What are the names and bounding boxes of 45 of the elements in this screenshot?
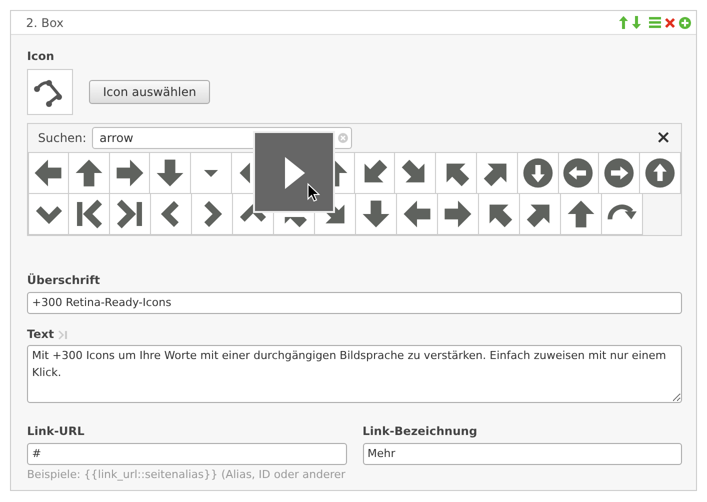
icon-option[interactable] [476, 153, 518, 194]
arrow-icon [565, 198, 597, 230]
select-icon-button[interactable]: Icon auswählen [89, 80, 210, 104]
help-text: Beispiele: {{link_url::seitenalias}} (Alias, ID oder anderer [27, 467, 346, 483]
icon-option[interactable] [28, 194, 69, 236]
caret-down-icon [204, 170, 218, 177]
icon-option[interactable] [602, 194, 643, 236]
toggle-icon[interactable] [58, 330, 68, 340]
icon-option[interactable] [561, 194, 602, 236]
panel-title: 2. Box [26, 14, 64, 32]
icon-option[interactable] [192, 194, 233, 236]
search-label: Suchen: [38, 130, 86, 148]
input-field[interactable]: Mehr [362, 442, 682, 465]
icon-option[interactable] [395, 153, 436, 194]
field-label: Überschrift [27, 272, 100, 290]
icon-option[interactable] [150, 153, 192, 194]
icon-option[interactable] [110, 194, 151, 236]
section-label: Icon [27, 48, 54, 65]
text-area[interactable]: Mit +300 Icons um Ihre Worte mit einer durchgängigen Bildsprache zu verstärken. Einfach zuweisen mit nur einem Klick. [27, 345, 682, 404]
icon-option[interactable] [68, 153, 110, 194]
icon-option[interactable] [518, 153, 559, 194]
icon-option[interactable] [191, 153, 232, 194]
icon-option[interactable] [520, 194, 561, 236]
delete-icon[interactable] [665, 18, 675, 28]
icon-option[interactable] [69, 194, 110, 236]
icon-option[interactable] [354, 153, 396, 194]
input-field[interactable]: # [27, 442, 346, 465]
icon-option[interactable] [640, 153, 681, 194]
icon-option[interactable] [558, 153, 600, 194]
icon-option[interactable] [28, 153, 69, 194]
close-button[interactable]: × [652, 129, 675, 148]
icon-option[interactable] [356, 194, 397, 236]
cursor-icon [307, 183, 320, 202]
icon-option[interactable] [397, 194, 438, 236]
icon-option[interactable] [151, 194, 192, 236]
field-label: Link-URL [27, 423, 84, 440]
field-label: Link-Bezeichnung [362, 423, 478, 440]
play-icon [285, 157, 307, 189]
icon-option[interactable] [110, 153, 150, 194]
icon-option[interactable] [436, 153, 477, 194]
icon-option[interactable] [479, 194, 520, 236]
icon-option[interactable] [599, 153, 640, 194]
field-label: Text [27, 326, 54, 343]
input-field[interactable]: +300 Retina-Ready-Icons [27, 292, 682, 314]
icon-option[interactable] [438, 194, 479, 236]
